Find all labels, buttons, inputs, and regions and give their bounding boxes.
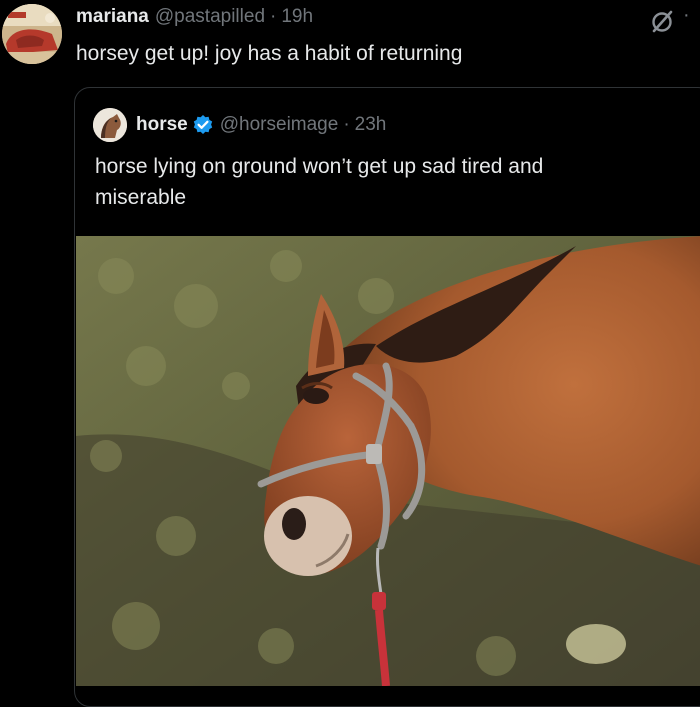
post-header: mariana @pastapilled · 19h (76, 6, 313, 32)
quoted-author-avatar[interactable] (93, 108, 127, 142)
quoted-post-time[interactable]: 23h (355, 114, 387, 136)
quoted-post-media[interactable] (76, 236, 700, 686)
separator: · (343, 114, 350, 135)
author-avatar[interactable] (2, 4, 62, 64)
tweet[interactable]: mariana @pastapilled · 19h horsey get up… (0, 0, 700, 707)
horse-lying-photo (76, 236, 700, 686)
verified-badge-icon[interactable] (192, 114, 214, 136)
more-dots-icon[interactable]: · (683, 4, 700, 30)
quoted-author-handle[interactable]: @horseimage (220, 114, 339, 136)
author-name[interactable]: mariana (76, 6, 149, 28)
quoted-post-text: horse lying on ground won’t get up sad t… (95, 155, 544, 209)
post-text: horsey get up! joy has a habit of return… (76, 42, 463, 65)
quoted-post-header: horse @horseimage · 23h (93, 108, 386, 142)
quoted-author-name[interactable]: horse (136, 114, 188, 136)
author-handle[interactable]: @pastapilled (155, 6, 265, 28)
grok-icon[interactable] (650, 8, 676, 34)
profile-avatar-icon (2, 4, 62, 64)
horse-avatar-icon (93, 108, 127, 142)
quoted-post[interactable]: horse @horseimage · 23h horse lying on g… (74, 87, 700, 707)
post-time[interactable]: 19h (281, 6, 313, 28)
separator: · (270, 6, 277, 27)
